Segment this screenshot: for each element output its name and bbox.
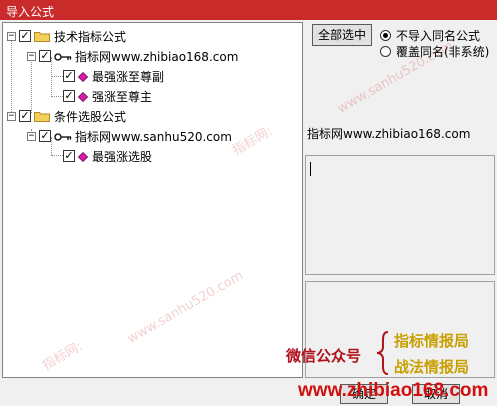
promo-line-1: 指标情报局 — [394, 332, 470, 350]
collapse-toggle[interactable]: − — [27, 51, 36, 61]
tree-guide-line — [51, 155, 63, 156]
source-label: 指标网www.zhibiao168.com — [75, 49, 239, 64]
tree-guide-line — [11, 37, 12, 112]
promo-line-2: 战法情报局 — [394, 358, 470, 376]
radio-dot[interactable] — [380, 46, 391, 57]
tree-node-group[interactable]: − ✓ 条件选股公式 — [7, 107, 126, 125]
tree-node-source[interactable]: − ✓ 指标网www.sanhu520.com — [27, 127, 232, 145]
formula-checkbox[interactable]: ✓ — [63, 90, 75, 102]
formula-diamond-icon — [77, 151, 89, 163]
promo-wechat-label: 微信公众号 — [286, 347, 362, 365]
tree-guide-line — [31, 57, 32, 113]
tree-guide-line — [51, 76, 63, 77]
tree-node-formula[interactable]: ✓ 最强涨至尊副 — [63, 67, 164, 85]
group-label: 技术指标公式 — [54, 29, 127, 44]
import-formula-dialog: 导入公式 − ✓ 技术指标公式 − ✓ 指标网www.zhibiao168.co… — [0, 0, 497, 406]
source-checkbox[interactable]: ✓ — [39, 130, 51, 142]
formula-description-box[interactable] — [305, 155, 495, 275]
group-checkbox[interactable]: ✓ — [19, 30, 31, 42]
group-checkbox[interactable]: ✓ — [19, 110, 31, 122]
promo-url: www.zhibiao168.com — [298, 380, 489, 401]
radio-dot-selected[interactable] — [380, 30, 391, 41]
tree-node-formula[interactable]: ✓ 强涨至尊主 — [63, 87, 152, 105]
radio-no-import-same-name[interactable]: 不导入同名公式 — [380, 27, 480, 44]
collapse-toggle[interactable]: − — [27, 131, 36, 141]
radio-label: 不导入同名公式 — [396, 29, 481, 43]
formula-label: 最强涨选股 — [92, 149, 153, 164]
folder-icon — [34, 31, 50, 42]
formula-label: 强涨至尊主 — [92, 89, 153, 104]
folder-icon — [34, 111, 50, 122]
tree-guide-line — [51, 96, 63, 97]
tree-node-formula[interactable]: ✓ 最强涨选股 — [63, 147, 152, 165]
collapse-toggle[interactable]: − — [7, 31, 16, 41]
formula-checkbox[interactable]: ✓ — [63, 150, 75, 162]
tree-node-source[interactable]: − ✓ 指标网www.zhibiao168.com — [27, 47, 238, 65]
selected-source-text: 指标网www.zhibiao168.com — [307, 127, 471, 141]
collapse-toggle[interactable]: − — [7, 111, 16, 121]
formula-diamond-icon — [77, 91, 89, 103]
title-bar: 导入公式 — [0, 0, 497, 20]
tree-node-group[interactable]: − ✓ 技术指标公式 — [7, 27, 126, 45]
formula-diamond-icon — [77, 71, 89, 83]
group-label: 条件选股公式 — [54, 109, 127, 124]
source-label: 指标网www.sanhu520.com — [75, 129, 232, 144]
brace-icon — [376, 331, 389, 375]
select-all-button[interactable]: 全部选中 — [312, 24, 372, 46]
source-checkbox[interactable]: ✓ — [39, 50, 51, 62]
text-caret — [310, 162, 311, 176]
key-icon — [54, 51, 72, 61]
formula-label: 最强涨至尊副 — [92, 69, 165, 84]
key-icon — [54, 131, 72, 141]
formula-checkbox[interactable]: ✓ — [63, 70, 75, 82]
window-title: 导入公式 — [6, 5, 55, 19]
